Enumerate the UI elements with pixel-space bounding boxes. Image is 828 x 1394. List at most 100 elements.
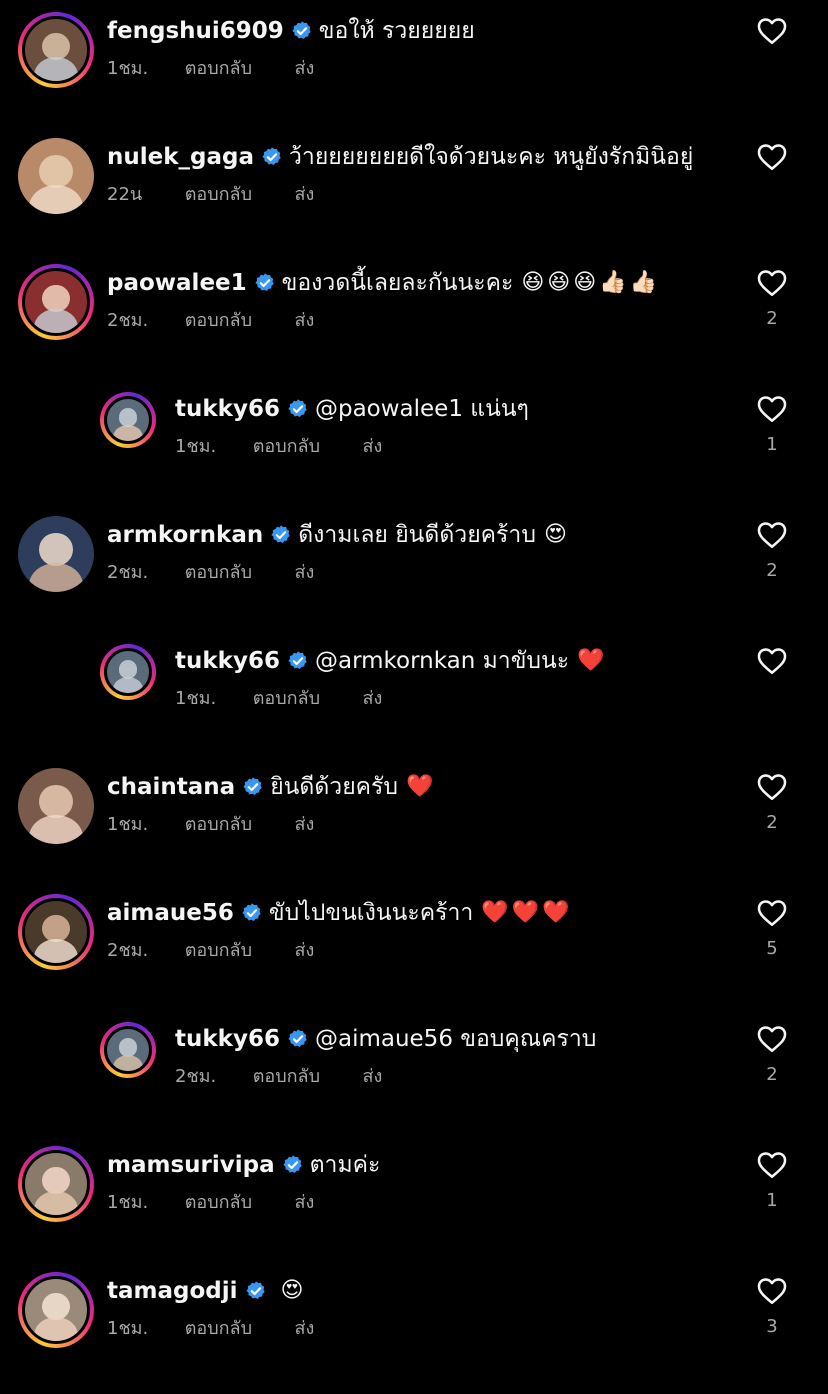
comment-timestamp: 1ชม. [175, 436, 217, 457]
username[interactable]: armkornkan [107, 520, 263, 550]
avatar[interactable] [18, 264, 94, 340]
comment-text: @paowalee1 แน่นๆ [314, 396, 529, 422]
comment-emojis: ❤️ [406, 774, 437, 799]
reply-button[interactable]: ตอบกลับ [185, 183, 289, 207]
username[interactable]: aimaue56 [107, 898, 234, 928]
comment-emojis: ❤️❤️❤️ [481, 900, 573, 925]
reply-button[interactable]: ตอบกลับ [185, 561, 289, 585]
reply-comment: tukky66 @paowalee1 แน่นๆ 1ชม. ตอบกลับ ส่… [0, 378, 828, 488]
comment-emojis: 😍 [280, 1278, 307, 1303]
comment-text: ว้ายยยยยยยดีใจด้วยนะคะ หนูยังรักมินิอยู่ [289, 144, 694, 170]
username[interactable]: nulek_gaga [107, 142, 254, 172]
like-count [752, 56, 792, 78]
heart-icon[interactable] [755, 1148, 789, 1182]
reply-comment: tukky66 @aimaue56 ขอบคุณคราบ 2ชม. ตอบกลั… [0, 1008, 828, 1118]
like-count: 2 [766, 812, 778, 833]
comment-timestamp: 1ชม. [107, 814, 149, 835]
heart-icon[interactable] [755, 896, 789, 930]
username[interactable]: tukky66 [175, 394, 280, 424]
comment-text: ขับไปขนเงินนะคร้าา [268, 900, 474, 926]
like-area: 1 [752, 392, 792, 456]
send-button[interactable]: ส่ง [294, 813, 314, 837]
like-area [752, 14, 792, 78]
comment-item: tamagodji 😍 1ชม. ตอบกลับ ส่ง 3 [0, 1260, 828, 1370]
send-button[interactable]: ส่ง [294, 561, 314, 585]
avatar[interactable] [18, 1272, 94, 1348]
avatar[interactable] [100, 644, 156, 700]
heart-icon[interactable] [755, 266, 789, 300]
avatar[interactable] [18, 1146, 94, 1222]
like-count [752, 182, 792, 204]
like-count: 1 [766, 1190, 778, 1211]
comment-timestamp: 22น [107, 184, 143, 205]
avatar[interactable] [100, 392, 156, 448]
reply-button[interactable]: ตอบกลับ [253, 687, 357, 711]
username[interactable]: mamsurivipa [107, 1150, 275, 1180]
avatar[interactable] [18, 138, 94, 214]
heart-icon[interactable] [755, 644, 789, 678]
verified-badge-icon [271, 525, 290, 543]
username[interactable]: tukky66 [175, 1024, 280, 1054]
heart-icon[interactable] [755, 518, 789, 552]
verified-badge-icon [292, 21, 311, 39]
send-button[interactable]: ส่ง [362, 435, 382, 459]
send-button[interactable]: ส่ง [294, 1317, 314, 1341]
heart-icon[interactable] [755, 1022, 789, 1056]
comment-timestamp: 2ชม. [175, 1066, 217, 1087]
verified-badge-icon [245, 1281, 265, 1299]
heart-icon[interactable] [755, 14, 789, 48]
comment-emojis: 😆😆😆👍🏻👍🏻 [521, 270, 660, 295]
like-area: 5 [752, 896, 792, 960]
reply-button[interactable]: ตอบกลับ [185, 57, 289, 81]
verified-badge-icon [243, 777, 262, 795]
comment-item: armkornkan ดีงามเลย ยินดีด้วยคร้าบ 😍 2ชม… [0, 504, 828, 614]
verified-badge-icon [288, 399, 307, 417]
avatar[interactable] [18, 516, 94, 592]
comment-timestamp: 1ชม. [107, 58, 149, 79]
heart-icon[interactable] [755, 140, 789, 174]
reply-button[interactable]: ตอบกลับ [253, 435, 357, 459]
reply-button[interactable]: ตอบกลับ [185, 1191, 289, 1215]
send-button[interactable]: ส่ง [362, 1065, 382, 1089]
like-area: 3 [752, 1274, 792, 1338]
avatar[interactable] [18, 894, 94, 970]
comment-timestamp: 1ชม. [175, 688, 217, 709]
comment-timestamp: 2ชม. [107, 562, 149, 583]
like-area: 2 [752, 1022, 792, 1086]
comment-text: ตามค่ะ [309, 1152, 381, 1178]
comment-text: ขอให้ รวยยยยย [318, 18, 475, 44]
avatar[interactable] [18, 12, 94, 88]
comment-timestamp: 1ชม. [107, 1192, 149, 1213]
like-area [752, 140, 792, 204]
send-button[interactable]: ส่ง [294, 309, 314, 333]
comment-item: nulek_gaga ว้ายยยยยยยดีใจด้วยนะคะ หนูยัง… [0, 126, 828, 236]
comment-item: chaintana ยินดีด้วยครับ ❤️ 1ชม. ตอบกลับ … [0, 756, 828, 866]
comment-emojis: 😍 [543, 522, 570, 547]
heart-icon[interactable] [755, 392, 789, 426]
send-button[interactable]: ส่ง [294, 939, 314, 963]
send-button[interactable]: ส่ง [294, 1191, 314, 1215]
username[interactable]: tukky66 [175, 646, 280, 676]
avatar[interactable] [100, 1022, 156, 1078]
username[interactable]: tamagodji [107, 1276, 238, 1306]
send-button[interactable]: ส่ง [362, 687, 382, 711]
username[interactable]: paowalee1 [107, 268, 247, 298]
reply-button[interactable]: ตอบกลับ [185, 813, 289, 837]
like-count [752, 686, 792, 708]
username[interactable]: fengshui6909 [107, 16, 284, 46]
like-count: 2 [766, 1064, 778, 1085]
send-button[interactable]: ส่ง [294, 57, 314, 81]
like-area [752, 644, 792, 708]
like-count: 2 [766, 560, 778, 581]
heart-icon[interactable] [755, 1274, 789, 1308]
reply-button[interactable]: ตอบกลับ [185, 939, 289, 963]
reply-button[interactable]: ตอบกลับ [253, 1065, 357, 1089]
username[interactable]: chaintana [107, 772, 235, 802]
like-count: 5 [766, 938, 778, 959]
heart-icon[interactable] [755, 770, 789, 804]
reply-button[interactable]: ตอบกลับ [185, 309, 289, 333]
verified-badge-icon [288, 1029, 307, 1047]
avatar[interactable] [18, 768, 94, 844]
send-button[interactable]: ส่ง [294, 183, 314, 207]
reply-button[interactable]: ตอบกลับ [185, 1317, 289, 1341]
